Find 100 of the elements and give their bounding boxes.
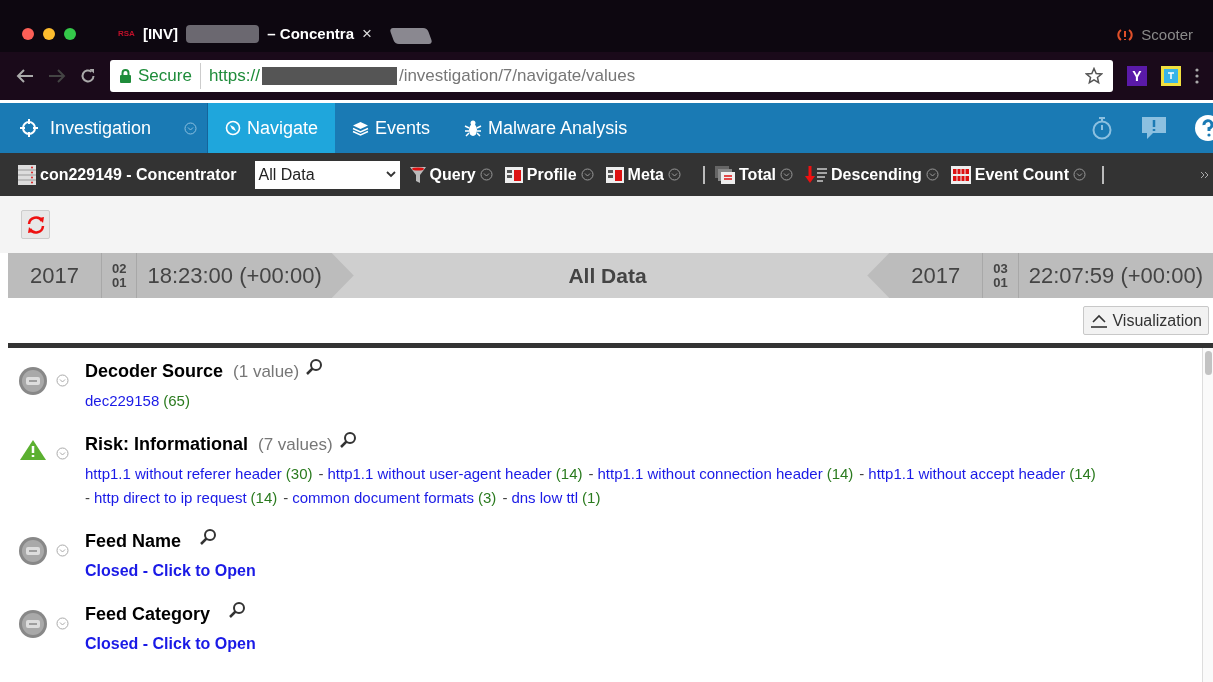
event-count: (14)	[1069, 465, 1096, 482]
day: 01	[993, 275, 1008, 290]
warning-icon	[18, 439, 48, 461]
event-count: (30)	[285, 465, 313, 482]
open-link[interactable]: Closed - Click to Open	[85, 632, 256, 656]
dropdown-icon[interactable]	[925, 168, 939, 181]
crosshair-icon	[20, 119, 38, 137]
dropdown-icon[interactable]	[580, 168, 594, 181]
toolbar-menu[interactable]: Profile	[526, 162, 577, 187]
extension-button[interactable]: Y	[1127, 66, 1147, 86]
search-icon[interactable]	[199, 528, 218, 546]
separator: -	[859, 465, 865, 482]
dropdown-icon[interactable]	[479, 168, 493, 181]
stopwatch-icon[interactable]	[1091, 116, 1113, 140]
meta-value-link[interactable]: dns low ttl	[511, 489, 579, 506]
meta-value-link[interactable]: common document formats	[292, 489, 475, 506]
lock-icon	[120, 69, 131, 83]
meta-key-title: Decoder Source	[85, 360, 224, 383]
dropdown-icon[interactable]	[780, 168, 794, 181]
month: 02	[111, 261, 127, 276]
server-icon	[18, 164, 36, 185]
range-title: All Data	[567, 262, 648, 289]
event-count: (14)	[250, 489, 278, 506]
window-control-button[interactable]	[22, 28, 34, 40]
data-select[interactable]: All Data	[254, 160, 400, 189]
meta-value-link[interactable]: dec229158	[85, 392, 160, 409]
url-path: /investigation/7/navigate/values	[398, 65, 637, 88]
search-icon[interactable]	[305, 358, 324, 376]
separator: -	[85, 489, 90, 506]
service-name[interactable]: con229149 - Concentrator	[40, 162, 237, 187]
scrollbar[interactable]	[1202, 348, 1213, 682]
browser-tab[interactable]: RSA [INV] – Concentra ×	[110, 16, 380, 52]
back-icon[interactable]	[16, 69, 34, 83]
meta-group-icon	[18, 366, 48, 396]
overflow-icon[interactable]	[1201, 171, 1209, 178]
sync-error-icon[interactable]	[1117, 28, 1134, 43]
profile-name[interactable]: Scooter	[1141, 24, 1193, 47]
tab-close-button[interactable]: ×	[362, 21, 372, 47]
meta-value-link[interactable]: http1.1 without accept header	[868, 465, 1066, 482]
funnel-icon	[409, 165, 426, 184]
value-count: (7 values)	[258, 434, 333, 456]
meta-key-title: Feed Name	[85, 530, 182, 553]
event-count: (1)	[582, 489, 601, 506]
reload-icon[interactable]	[80, 68, 96, 84]
meta-value-link[interactable]: http1.1 without connection header	[597, 465, 823, 482]
panel-icon	[504, 166, 523, 183]
time: 18:23:00 (+00:00)	[146, 262, 323, 290]
dropdown-icon[interactable]	[668, 168, 681, 181]
bug-icon	[464, 119, 483, 137]
meta-key-title: Risk: Informational	[85, 433, 249, 456]
separator: -	[318, 465, 324, 482]
dropdown-icon[interactable]	[1072, 168, 1086, 181]
separator: -	[502, 489, 508, 506]
secure-label: Secure	[138, 63, 201, 89]
meta-value-link[interactable]: http1.1 without user-agent header	[327, 465, 552, 482]
toolbar-menu[interactable]: Meta	[627, 162, 664, 187]
address-bar[interactable]: Secure https:// /investigation/7/navigate/values	[110, 60, 1113, 92]
event-count: (3)	[478, 489, 497, 506]
meta-value-link[interactable]: http direct to ip request	[94, 489, 247, 506]
meta-group-icon	[18, 536, 48, 566]
bookmark-star-icon[interactable]	[1085, 67, 1103, 85]
year: 2017	[889, 253, 984, 298]
visualization-button[interactable]: Visualization	[1083, 306, 1209, 335]
meta-key-title: Feed Category	[85, 603, 211, 626]
chevron-down-icon	[385, 171, 396, 178]
menu-icon[interactable]	[1195, 68, 1199, 84]
toolbar-menu[interactable]: Descending	[831, 162, 922, 187]
toolbar-menu[interactable]: Event Count	[974, 162, 1069, 187]
separator: -	[588, 465, 594, 482]
feedback-icon[interactable]	[1141, 116, 1167, 140]
dropdown-icon[interactable]	[184, 121, 197, 135]
new-tab-button[interactable]	[389, 28, 433, 44]
forward-icon[interactable]	[48, 69, 66, 83]
app-title: Investigation	[50, 116, 153, 140]
stacked-pages-icon	[715, 165, 735, 184]
event-count: (14)	[826, 465, 854, 482]
tab-title: – Concentra	[267, 23, 355, 44]
extension-icon[interactable]	[1161, 66, 1181, 86]
nav-tab[interactable]: Malware Analysis	[447, 103, 645, 153]
search-icon[interactable]	[338, 431, 357, 449]
search-icon[interactable]	[228, 601, 247, 619]
toolbar-menu[interactable]: Total	[739, 162, 777, 187]
nav-tab[interactable]: Events	[335, 103, 448, 153]
sort-descending-icon	[805, 165, 828, 184]
window-control-button[interactable]	[64, 28, 76, 40]
event-count: (14)	[555, 465, 583, 482]
open-link[interactable]: Closed - Click to Open	[85, 559, 256, 583]
chevron-up-icon	[1090, 313, 1109, 328]
help-icon[interactable]	[1195, 115, 1213, 141]
day: 01	[111, 275, 127, 290]
refresh-button[interactable]	[21, 210, 50, 239]
time: 22:07:59 (+00:00)	[1027, 262, 1204, 290]
toolbar-menu[interactable]: Query	[429, 162, 476, 187]
window-control-button[interactable]	[43, 28, 55, 40]
meta-value-link[interactable]: http1.1 without referer header	[85, 465, 282, 482]
month: 03	[993, 261, 1008, 276]
tab-title: [INV]	[142, 23, 178, 44]
year: 2017	[8, 253, 102, 298]
grid-table-icon	[950, 165, 971, 184]
separator: -	[283, 489, 289, 506]
